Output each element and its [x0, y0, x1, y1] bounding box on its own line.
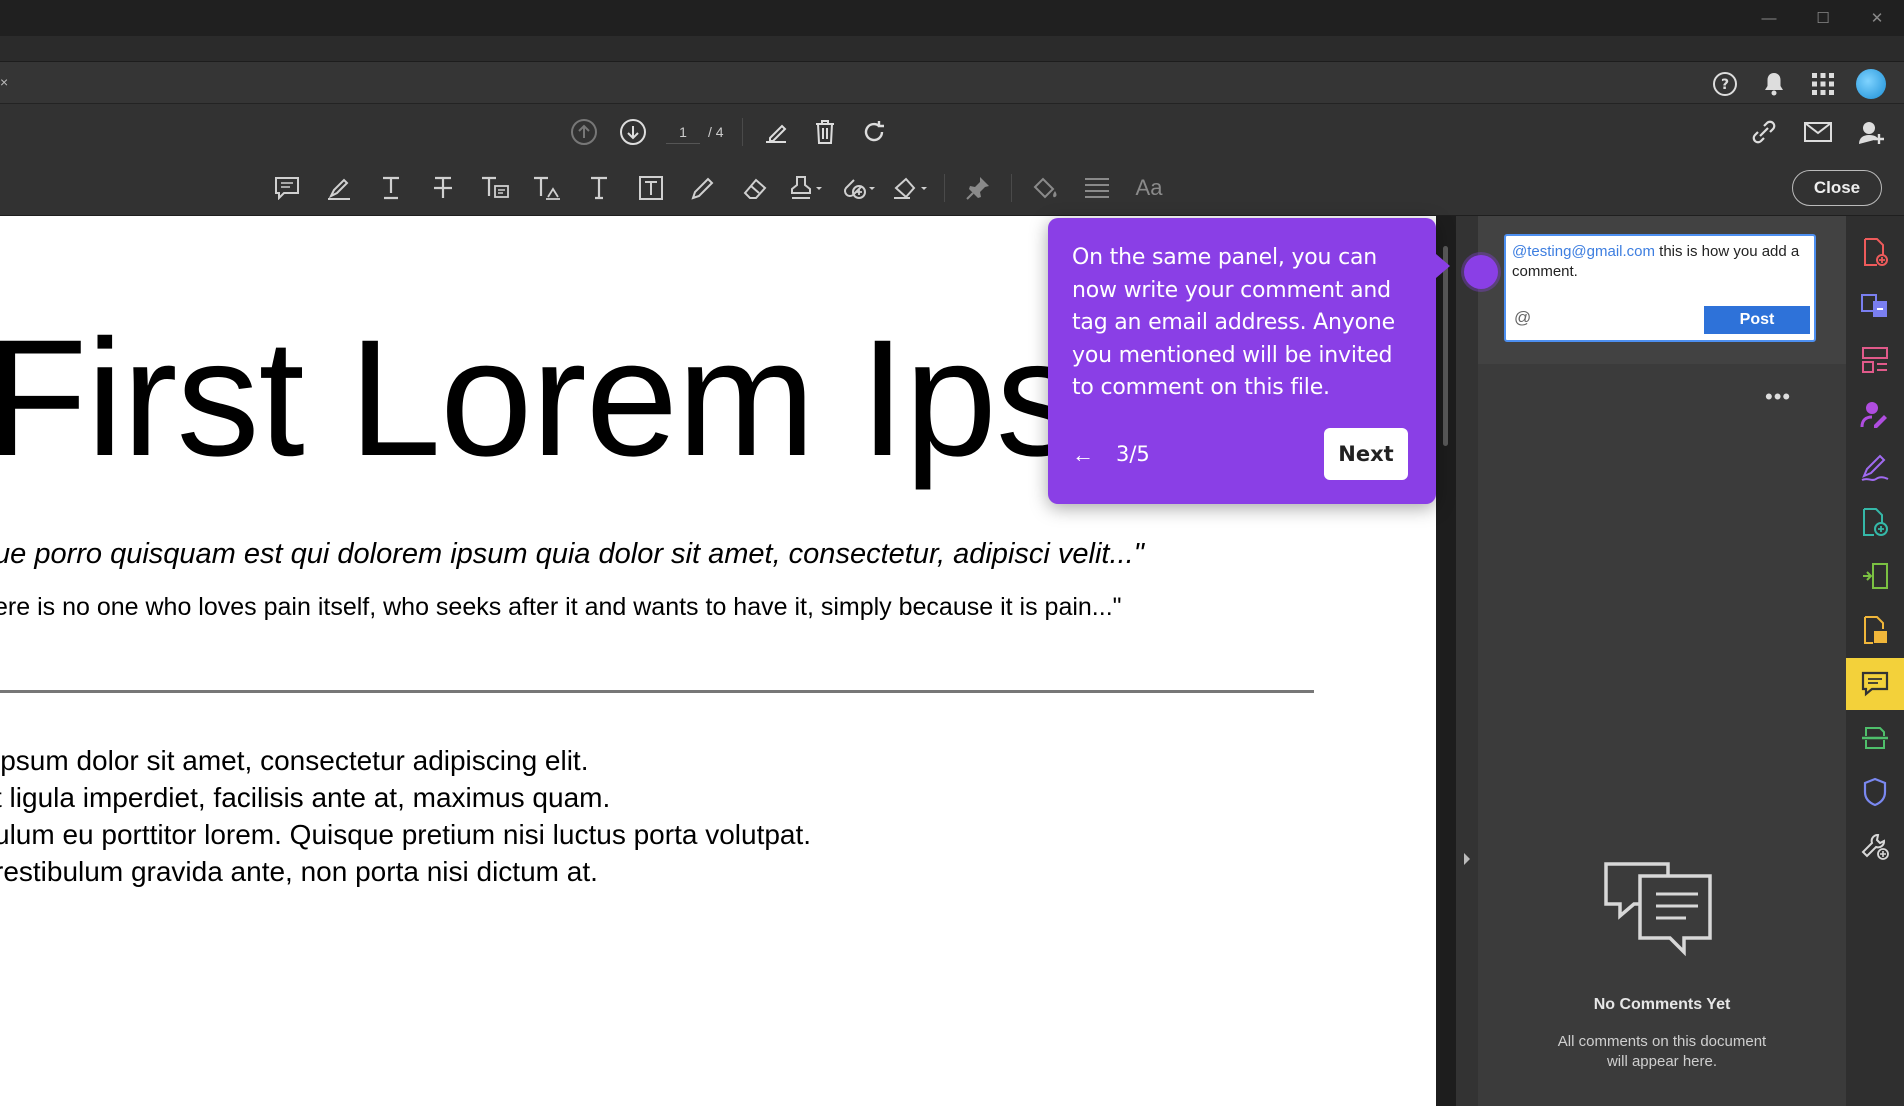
- annotation-toolbar: Aa Close: [0, 160, 1904, 216]
- close-button[interactable]: Close: [1792, 170, 1882, 206]
- fill-icon[interactable]: [1026, 172, 1064, 204]
- divider: [1011, 174, 1012, 202]
- apps-grid-icon[interactable]: [1807, 68, 1838, 99]
- right-tool-rail: [1846, 216, 1904, 1106]
- page-navigation-toolbar: 1 / 4: [0, 104, 1904, 160]
- underline-text-icon[interactable]: [372, 172, 410, 204]
- export-pdf-icon[interactable]: [1846, 280, 1904, 332]
- avatar[interactable]: [1856, 68, 1886, 99]
- fill-sign-icon[interactable]: [1846, 442, 1904, 494]
- tour-step-counter: 3/5: [1116, 442, 1150, 466]
- menu-strip: [0, 36, 1904, 62]
- tab-bar: × ?: [0, 62, 1904, 104]
- divider: [741, 118, 743, 146]
- comments-panel: @testing@gmail.com this is how you add a…: [1456, 216, 1846, 1106]
- comment-tool-icon[interactable]: [1846, 658, 1904, 710]
- add-text-icon[interactable]: [580, 172, 618, 204]
- tools-icon[interactable]: [1846, 820, 1904, 872]
- close-window-button[interactable]: ✕: [1850, 0, 1904, 36]
- page-up-icon[interactable]: [568, 117, 599, 148]
- current-page-input[interactable]: 1: [666, 121, 700, 144]
- more-options-icon[interactable]: •••: [1765, 384, 1791, 410]
- scan-icon[interactable]: [1846, 712, 1904, 764]
- tour-tooltip: On the same panel, you can now write you…: [1048, 218, 1450, 504]
- maximize-button[interactable]: ☐: [1796, 0, 1850, 36]
- pencil-icon[interactable]: [684, 172, 722, 204]
- bell-icon[interactable]: [1758, 68, 1789, 99]
- window-title-bar: — ☐ ✕: [0, 0, 1904, 36]
- insert-text-icon[interactable]: [528, 172, 566, 204]
- help-icon[interactable]: ?: [1709, 68, 1740, 99]
- replace-text-icon[interactable]: [476, 172, 514, 204]
- paragraph-line: restibulum gravida ante, non porta nisi …: [0, 856, 598, 887]
- sign-icon[interactable]: [761, 117, 792, 148]
- paragraph-line: ulum eu porttitor lorem. Quisque pretium…: [0, 819, 812, 850]
- attach-icon[interactable]: [840, 172, 878, 204]
- total-pages: / 4: [708, 124, 724, 140]
- page-down-icon[interactable]: [617, 117, 648, 148]
- svg-text:?: ?: [1720, 77, 1728, 93]
- edit-pdf-icon[interactable]: [1846, 496, 1904, 548]
- horizontal-rule: [0, 690, 1314, 693]
- stamp-icon[interactable]: [788, 172, 826, 204]
- document-scrollbar[interactable]: [1436, 216, 1456, 1106]
- compress-icon[interactable]: [1846, 550, 1904, 602]
- empty-state-title: No Comments Yet: [1593, 996, 1731, 1013]
- page-indicator: 1 / 4: [666, 121, 724, 144]
- empty-state-subtitle: All comments on this document will appea…: [1557, 1033, 1767, 1070]
- expand-arrow-icon[interactable]: [1462, 852, 1472, 866]
- mention-at-icon[interactable]: @: [1514, 308, 1531, 328]
- protect-icon[interactable]: [1846, 766, 1904, 818]
- create-pdf-icon[interactable]: [1846, 226, 1904, 278]
- minimize-button[interactable]: —: [1742, 0, 1796, 36]
- organize-pages-icon[interactable]: [1846, 334, 1904, 386]
- rotate-icon[interactable]: [859, 117, 890, 148]
- share-link-icon[interactable]: [1749, 116, 1780, 147]
- text-box-icon[interactable]: [632, 172, 670, 204]
- add-user-icon[interactable]: [1855, 116, 1886, 147]
- paragraph-line: ipsum dolor sit amet, consectetur adipis…: [0, 745, 589, 776]
- tour-next-button[interactable]: Next: [1324, 428, 1408, 480]
- pin-icon[interactable]: [959, 172, 997, 204]
- tour-hotspot[interactable]: [1464, 255, 1498, 289]
- comment-icon[interactable]: [268, 172, 306, 204]
- highlight-icon[interactable]: [320, 172, 358, 204]
- font-settings-button[interactable]: Aa: [1130, 172, 1168, 204]
- paragraph-line: t ligula imperdiet, facilisis ante at, m…: [0, 782, 611, 813]
- comment-mention: @testing@gmail.com: [1512, 243, 1655, 260]
- document-quote-italic: ue porro quisquam est qui dolorem ipsum …: [0, 538, 1144, 570]
- panel-collapse-strip[interactable]: [1456, 216, 1478, 1106]
- tab-close-icon[interactable]: ×: [0, 74, 14, 90]
- line-weight-icon[interactable]: [1078, 172, 1116, 204]
- trash-icon[interactable]: [810, 117, 841, 148]
- shapes-icon[interactable]: [892, 172, 930, 204]
- document-quote: ere is no one who loves pain itself, who…: [0, 593, 1122, 621]
- email-icon[interactable]: [1802, 116, 1833, 147]
- divider: [944, 174, 945, 202]
- request-sign-icon[interactable]: [1846, 388, 1904, 440]
- strikethrough-icon[interactable]: [424, 172, 462, 204]
- post-button[interactable]: Post: [1704, 306, 1810, 334]
- eraser-icon[interactable]: [736, 172, 774, 204]
- comment-input[interactable]: @testing@gmail.com this is how you add a…: [1504, 234, 1816, 342]
- redact-icon[interactable]: [1846, 604, 1904, 656]
- tour-text: On the same panel, you can now write you…: [1072, 245, 1395, 400]
- tour-back-icon[interactable]: ←: [1072, 442, 1094, 468]
- no-comments-icon: [1604, 862, 1712, 957]
- document-paragraph: ipsum dolor sit amet, consectetur adipis…: [0, 742, 811, 890]
